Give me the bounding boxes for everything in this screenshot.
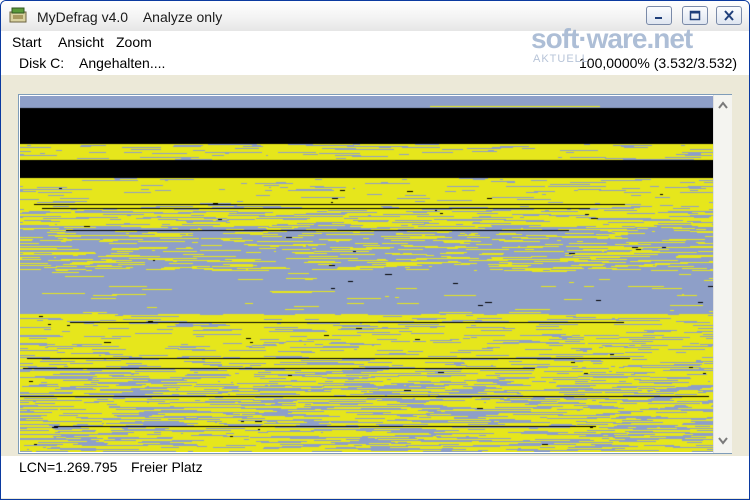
disk-map-frame — [18, 94, 732, 454]
menu-ansicht[interactable]: Ansicht — [58, 34, 104, 50]
lcn-label: LCN=1.269.795 — [19, 459, 118, 475]
status-line: Disk C: Angehalten.... 100,0000% (3.532/… — [1, 53, 749, 75]
arrow-down-icon — [718, 437, 728, 445]
window-title: MyDefrag v4.0 Analyze only — [37, 9, 223, 25]
minimize-button[interactable] — [646, 6, 672, 25]
maximize-button[interactable] — [682, 6, 708, 25]
minimize-icon — [655, 17, 662, 19]
menu-zoom[interactable]: Zoom — [116, 34, 152, 50]
title-bar[interactable]: MyDefrag v4.0 Analyze only — [1, 1, 749, 32]
bottom-status: LCN=1.269.795 Freier Platz — [1, 456, 749, 498]
disk-label: Disk C: — [19, 55, 65, 71]
mydefrag-app-icon — [9, 7, 27, 23]
maximize-icon — [689, 10, 701, 21]
state-label: Angehalten.... — [79, 55, 166, 71]
scroll-down-button[interactable] — [715, 433, 731, 449]
progress-label: 100,0000% (3.532/3.532) — [579, 55, 738, 71]
menu-start[interactable]: Start — [12, 34, 42, 50]
arrow-up-icon — [718, 101, 728, 109]
disk-map[interactable] — [20, 96, 713, 452]
scroll-up-button[interactable] — [715, 97, 731, 113]
close-icon — [724, 10, 734, 21]
menu-bar: Start Ansicht Zoom — [1, 31, 749, 53]
close-button[interactable] — [716, 6, 742, 25]
app-window: MyDefrag v4.0 Analyze only Start Ansicht… — [0, 0, 750, 500]
legend-label: Freier Platz — [131, 459, 203, 475]
vertical-scrollbar[interactable] — [713, 95, 732, 453]
